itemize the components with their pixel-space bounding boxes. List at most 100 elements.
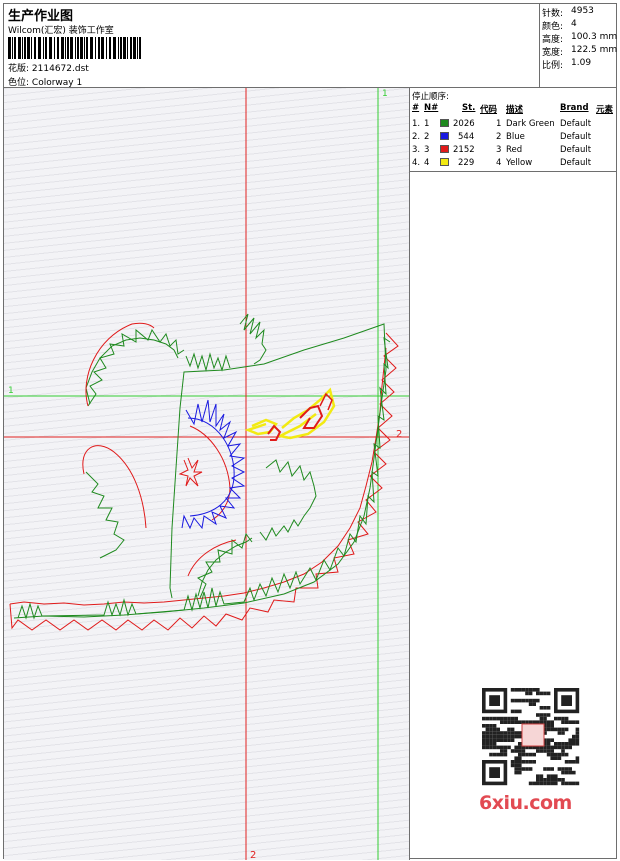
qr-module: [482, 734, 486, 739]
qr-module: [514, 731, 518, 735]
qr-module: [528, 760, 533, 764]
barcode-bar: [109, 37, 111, 59]
qr-module: [510, 763, 515, 768]
qr-module: [568, 767, 572, 771]
qr-module: [546, 691, 551, 696]
qr-module: [521, 688, 526, 692]
green-zigzag-top: [185, 352, 231, 372]
qr-module: [564, 767, 569, 771]
qr-module: [557, 727, 562, 732]
qr-module: [561, 745, 565, 750]
embroidery-preview: 1 1 2 2: [4, 88, 409, 860]
qr-module: [507, 745, 511, 750]
qr-module: [500, 745, 504, 750]
green-leaf-middle: [259, 459, 317, 541]
qr-module: [572, 781, 576, 786]
qr-module: [557, 742, 562, 746]
qr-finder: [489, 695, 500, 706]
barcode-bar: [54, 37, 55, 59]
qr-module: [543, 767, 547, 771]
qr-module: [543, 781, 547, 786]
barcode-bar: [43, 37, 44, 59]
h-red-label: 2: [396, 429, 402, 440]
qr-module: [510, 734, 515, 739]
qr-module: [507, 731, 511, 735]
qr-module: [536, 688, 540, 692]
barcode-bar: [57, 37, 59, 59]
qr-module: [528, 781, 533, 786]
qr-module: [485, 731, 490, 735]
qr-module: [518, 734, 522, 739]
yellow-leaf: [244, 418, 278, 436]
qr-module: [572, 734, 576, 739]
barcode-bar: [101, 37, 104, 59]
qr-module: [521, 767, 526, 771]
v-green-label: 1: [382, 89, 388, 99]
qr-module: [525, 688, 529, 692]
qr-module: [550, 727, 554, 732]
barcode-bar: [95, 37, 96, 59]
qr-module: [510, 738, 515, 742]
qr-module: [561, 731, 565, 735]
qr-module: [521, 760, 526, 764]
qr-module: [532, 702, 536, 706]
qr-module: [568, 745, 572, 750]
qr-module: [554, 774, 558, 778]
barcode-bar: [86, 37, 88, 59]
qr-module: [546, 767, 551, 771]
info-scale: 比例: 1.09: [542, 58, 592, 71]
qr-module: [554, 756, 558, 760]
qr-module: [550, 778, 554, 782]
qr-module: [492, 716, 497, 721]
qr-module: [496, 752, 500, 757]
qr-module: [492, 742, 497, 746]
qr-module: [532, 752, 536, 757]
qr-module: [546, 738, 551, 742]
qr-module: [489, 742, 493, 746]
barcode-bar: [49, 37, 52, 59]
col-hash: #: [412, 103, 420, 113]
qr-module: [528, 752, 533, 757]
qr-module: [496, 734, 500, 739]
qr-module: [500, 738, 504, 742]
qr-module: [536, 713, 540, 717]
qr-module: [564, 727, 569, 732]
qr-module: [550, 756, 554, 760]
col-element: 元素: [596, 105, 614, 115]
qr-module: [507, 734, 511, 739]
qr-module: [500, 731, 504, 735]
qr-module: [514, 698, 518, 703]
qr-finder: [561, 695, 572, 706]
qr-module: [561, 727, 565, 732]
stop-sequence-title: 停止顺序:: [412, 92, 449, 102]
qr-module: [564, 752, 569, 757]
qr-module: [496, 716, 500, 721]
qr-module: [507, 716, 511, 721]
qr-module: [539, 691, 544, 696]
qr-module: [489, 716, 493, 721]
qr-module: [518, 770, 522, 775]
barcode-bar: [22, 37, 23, 59]
qr-module: [489, 738, 493, 742]
qr-module: [568, 742, 572, 746]
qr-module: [572, 770, 576, 775]
qr-module: [550, 774, 554, 778]
barcode-bar: [106, 37, 107, 59]
design-label: 花版:: [8, 64, 30, 74]
qr-module: [546, 742, 551, 746]
qr-module: [532, 688, 536, 692]
col-stitches: St.: [462, 103, 476, 113]
qr-module: [514, 688, 518, 692]
barcode: [8, 37, 141, 59]
qr-module: [546, 778, 551, 782]
barcode-bar: [61, 37, 64, 59]
qr-module: [550, 752, 554, 757]
qr-module: [546, 706, 551, 710]
qr-module: [561, 752, 565, 757]
qr-module: [557, 752, 562, 757]
barcode-bar: [127, 37, 128, 59]
qr-module: [546, 720, 551, 724]
qr-module: [532, 720, 536, 724]
yellow-leaf-2: [276, 387, 336, 440]
qr-module: [503, 720, 508, 724]
